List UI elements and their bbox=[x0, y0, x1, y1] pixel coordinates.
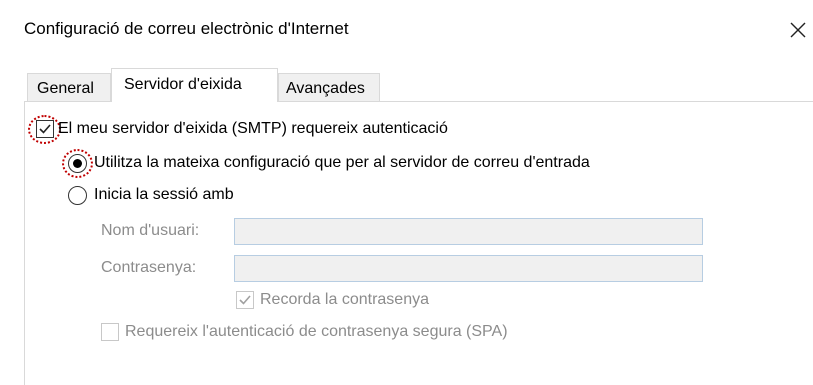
logon-with-label[interactable]: Inicia la sessió amb bbox=[94, 186, 234, 204]
same-settings-radio[interactable] bbox=[68, 154, 87, 173]
requires-auth-label[interactable]: El meu servidor d'eixida (SMTP) requerei… bbox=[58, 120, 448, 138]
checkmark-icon bbox=[39, 124, 51, 134]
username-field[interactable] bbox=[234, 218, 703, 245]
remember-password-checkbox[interactable] bbox=[236, 291, 254, 309]
same-settings-label[interactable]: Utilitza la mateixa configuració que per… bbox=[94, 154, 590, 172]
logon-with-radio[interactable] bbox=[68, 186, 87, 205]
checkmark-icon bbox=[239, 295, 251, 305]
tab-label: Avançades bbox=[286, 80, 365, 97]
tab-advanced[interactable]: Avançades bbox=[278, 73, 380, 103]
password-field[interactable] bbox=[234, 255, 703, 282]
remember-password-label[interactable]: Recorda la contrasenya bbox=[260, 291, 429, 309]
requires-auth-checkbox[interactable] bbox=[36, 120, 54, 138]
tab-general[interactable]: General bbox=[27, 73, 111, 103]
dialog-titlebar: Configuració de correu electrònic d'Inte… bbox=[0, 0, 813, 62]
radio-selected-dot bbox=[73, 159, 82, 168]
dialog-title: Configuració de correu electrònic d'Inte… bbox=[24, 19, 349, 38]
spa-label[interactable]: Requereix l'autenticació de contrasenya … bbox=[125, 323, 508, 341]
tab-outgoing-server[interactable]: Servidor d'eixida bbox=[111, 68, 278, 102]
spa-checkbox[interactable] bbox=[101, 323, 119, 341]
tab-label: General bbox=[37, 80, 94, 97]
close-button[interactable] bbox=[783, 13, 813, 43]
tab-label: Servidor d'eixida bbox=[124, 76, 242, 93]
password-label: Contrasenya: bbox=[101, 259, 197, 276]
close-icon bbox=[790, 22, 806, 38]
username-label: Nom d'usuari: bbox=[101, 222, 200, 239]
